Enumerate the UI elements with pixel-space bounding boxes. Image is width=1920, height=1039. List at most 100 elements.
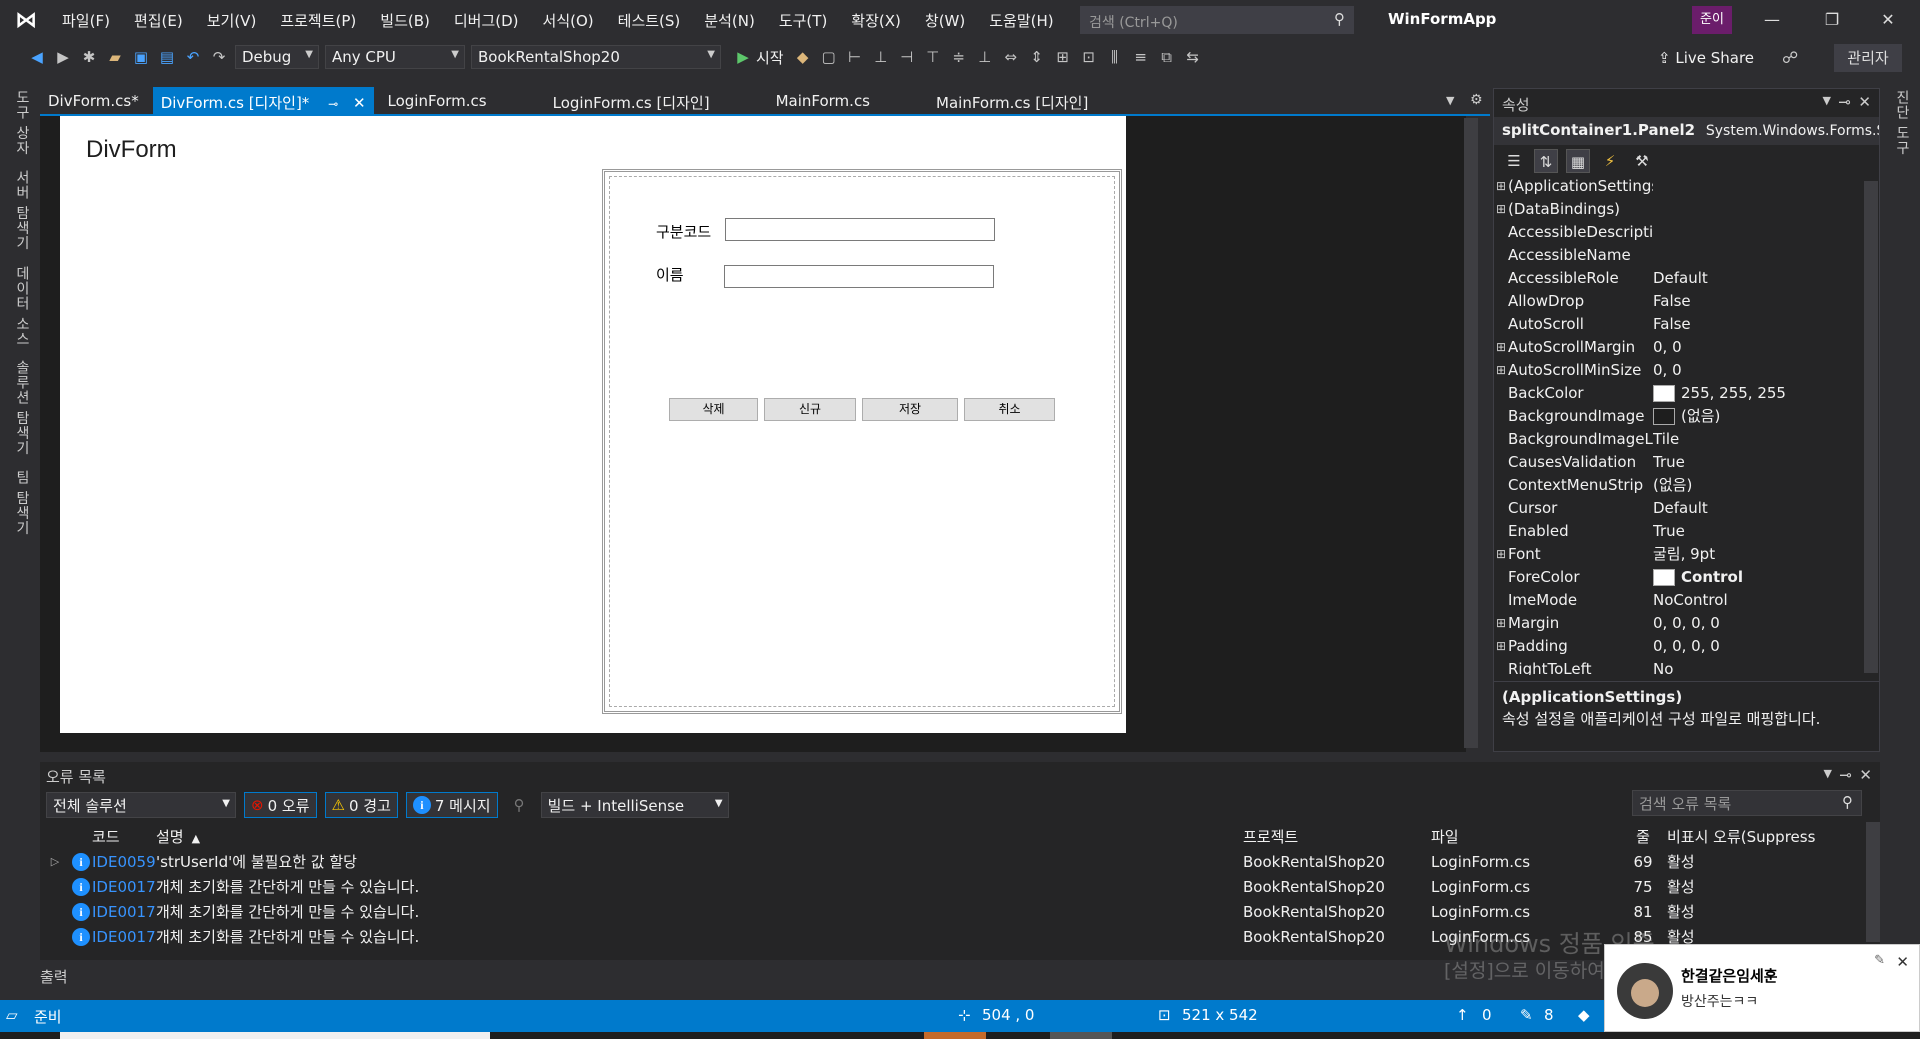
vertical-spacing-icon[interactable]: ≡ [1130, 46, 1152, 68]
menu-extensions[interactable]: 확장(X) [839, 10, 913, 31]
start-button[interactable]: 시작 [756, 47, 784, 68]
property-row[interactable]: ImeMode NoControl [1494, 589, 1863, 612]
build-filter-select[interactable]: 빌드 + IntelliSense ▼ [540, 792, 729, 818]
doc-tab-loginform-code[interactable]: LoginForm.cs [380, 87, 495, 115]
property-row[interactable]: AccessibleDescription [1494, 221, 1863, 244]
new-project-icon[interactable]: ✱ [78, 46, 100, 68]
property-value[interactable]: True [1653, 520, 1863, 543]
property-value[interactable]: No [1653, 658, 1863, 675]
align-center-icon[interactable]: ⊥ [870, 46, 892, 68]
error-code-link[interactable]: IDE0017 [92, 903, 156, 921]
taskbar-item[interactable] [924, 1032, 986, 1039]
textbox-code[interactable] [725, 218, 995, 241]
expand-icon[interactable]: ⊞ [1494, 612, 1508, 635]
property-row[interactable]: ⊞ AutoScrollMinSize 0, 0 [1494, 359, 1863, 382]
property-row[interactable]: ⊞ (ApplicationSettings) [1494, 175, 1863, 198]
chat-notification[interactable]: 한결같은임세훈 방산주는ㅋㅋ ✎ ✕ [1604, 944, 1920, 1032]
property-value[interactable]: 0, 0, 0, 0 [1653, 612, 1863, 635]
column-project[interactable]: 프로젝트 [1243, 826, 1431, 847]
close-icon[interactable]: ✕ [1859, 766, 1872, 784]
property-value[interactable]: NoControl [1653, 589, 1863, 612]
property-row[interactable]: Cursor Default [1494, 497, 1863, 520]
error-search-input[interactable]: 검색 오류 목록 ⚲ [1632, 790, 1862, 816]
properties-object-select[interactable]: splitContainer1.Panel2 System.Windows.Fo… [1494, 117, 1879, 145]
pending-changes-icon[interactable]: ✎ [1520, 1006, 1533, 1024]
property-value[interactable]: 0, 0, 0, 0 [1653, 635, 1863, 658]
pin-icon[interactable]: ⊸ [1839, 766, 1852, 784]
property-row[interactable]: RightToLeft No [1494, 658, 1863, 675]
expand-icon[interactable]: ⊞ [1494, 336, 1508, 359]
close-tab-icon[interactable]: ✕ [353, 94, 366, 112]
startup-project-select[interactable]: BookRentalShop20 ▼ [471, 45, 721, 69]
save-button[interactable]: 저장 [862, 398, 958, 421]
property-row[interactable]: AutoScroll False [1494, 313, 1863, 336]
horizontal-spacing-icon[interactable]: ⫼ [1104, 46, 1126, 68]
doc-tab-divform-code[interactable]: DivForm.cs* [40, 87, 147, 115]
property-value[interactable]: (없음) [1653, 405, 1863, 428]
filter-icon[interactable]: ⚲ [514, 796, 525, 814]
property-value[interactable]: 0, 0 [1653, 336, 1863, 359]
taskbar-item[interactable] [1050, 1032, 1112, 1039]
expand-icon[interactable]: ⊞ [1494, 543, 1508, 566]
taskbar-item[interactable] [60, 1032, 490, 1039]
textbox-name[interactable] [724, 265, 994, 288]
mute-icon[interactable]: ✎ [1874, 953, 1885, 968]
start-icon[interactable]: ▶ [732, 46, 754, 68]
bring-to-front-icon[interactable]: ⧉ [1156, 46, 1178, 68]
property-row[interactable]: AccessibleRole Default [1494, 267, 1863, 290]
property-row[interactable]: ForeColor Control [1494, 566, 1863, 589]
property-row[interactable]: ⊞ (DataBindings) [1494, 198, 1863, 221]
property-value[interactable]: (없음) [1653, 474, 1863, 497]
menu-debug[interactable]: 디버그(D) [442, 10, 531, 31]
property-row[interactable]: BackgroundImage (없음) [1494, 405, 1863, 428]
menu-format[interactable]: 서식(O) [531, 10, 606, 31]
messages-filter-button[interactable]: i7 메시지 [405, 792, 498, 818]
property-row[interactable]: Enabled True [1494, 520, 1863, 543]
redo-icon[interactable]: ↷ [208, 46, 230, 68]
property-row[interactable]: ⊞ AutoScrollMargin 0, 0 [1494, 336, 1863, 359]
designer-vertical-scrollbar[interactable] [1464, 118, 1478, 748]
column-suppression[interactable]: 비표시 오류(Suppress [1667, 826, 1827, 847]
pin-icon[interactable]: ⊸ [1838, 93, 1851, 111]
menu-edit[interactable]: 편집(E) [122, 10, 195, 31]
panel-menu-icon[interactable]: ▼ [1824, 767, 1832, 780]
table-row[interactable]: i IDE0017 개체 초기화를 간단하게 만들 수 있습니다. BookRenta… [40, 899, 1880, 924]
table-row[interactable]: ▷ i IDE0059'strUserId'에 불필요한 값 할당 BookRenta… [40, 849, 1880, 874]
back-icon[interactable]: ◀ [26, 46, 48, 68]
menu-project[interactable]: 프로젝트(P) [268, 10, 368, 31]
expand-row-icon[interactable]: ▷ [40, 855, 70, 868]
save-all-icon[interactable]: ▤ [156, 46, 178, 68]
property-value[interactable]: Default [1653, 267, 1863, 290]
menu-tools[interactable]: 도구(T) [767, 10, 839, 31]
property-row[interactable]: AccessibleName [1494, 244, 1863, 267]
column-line[interactable]: 줄 [1619, 826, 1667, 847]
column-file[interactable]: 파일 [1431, 826, 1619, 847]
minimize-icon[interactable]: — [1752, 6, 1792, 34]
tab-diagnostic-tools[interactable]: 진단 도구 [1892, 90, 1912, 155]
property-row[interactable]: AllowDrop False [1494, 290, 1863, 313]
property-value[interactable]: Default [1653, 497, 1863, 520]
column-code[interactable]: 코드 [92, 826, 156, 847]
undo-icon[interactable]: ↶ [182, 46, 204, 68]
save-icon[interactable]: ▣ [130, 46, 152, 68]
property-value[interactable]: True [1653, 451, 1863, 474]
property-value[interactable]: 255, 255, 255 [1653, 382, 1863, 405]
categorized-icon[interactable]: ☰ [1502, 149, 1526, 173]
menu-window[interactable]: 창(W) [913, 10, 977, 31]
make-same-height-icon[interactable]: ⇕ [1026, 46, 1048, 68]
size-to-grid-icon[interactable]: ⊡ [1078, 46, 1100, 68]
forward-icon[interactable]: ▶ [52, 46, 74, 68]
align-middle-icon[interactable]: ≑ [948, 46, 970, 68]
tab-output[interactable]: 출력 [40, 966, 68, 987]
properties-icon[interactable]: ▦ [1566, 149, 1590, 173]
close-icon[interactable]: ✕ [1858, 93, 1871, 111]
tab-solution-explorer[interactable]: 솔루션 탐색기 [12, 360, 32, 455]
property-pages-icon[interactable]: ⚒ [1630, 149, 1654, 173]
publish-up-icon[interactable]: ↑ [1456, 1006, 1469, 1024]
tab-overflow-icon[interactable]: ▼ [1446, 94, 1454, 107]
tab-server-explorer[interactable]: 서버 탐색기 [12, 170, 32, 250]
settings-gear-icon[interactable]: ⚙ [1470, 92, 1483, 108]
panel-menu-icon[interactable]: ▼ [1823, 94, 1831, 107]
expand-icon[interactable]: ⊞ [1494, 635, 1508, 658]
doc-tab-loginform-designer[interactable]: LoginForm.cs [디자인] [545, 87, 718, 115]
